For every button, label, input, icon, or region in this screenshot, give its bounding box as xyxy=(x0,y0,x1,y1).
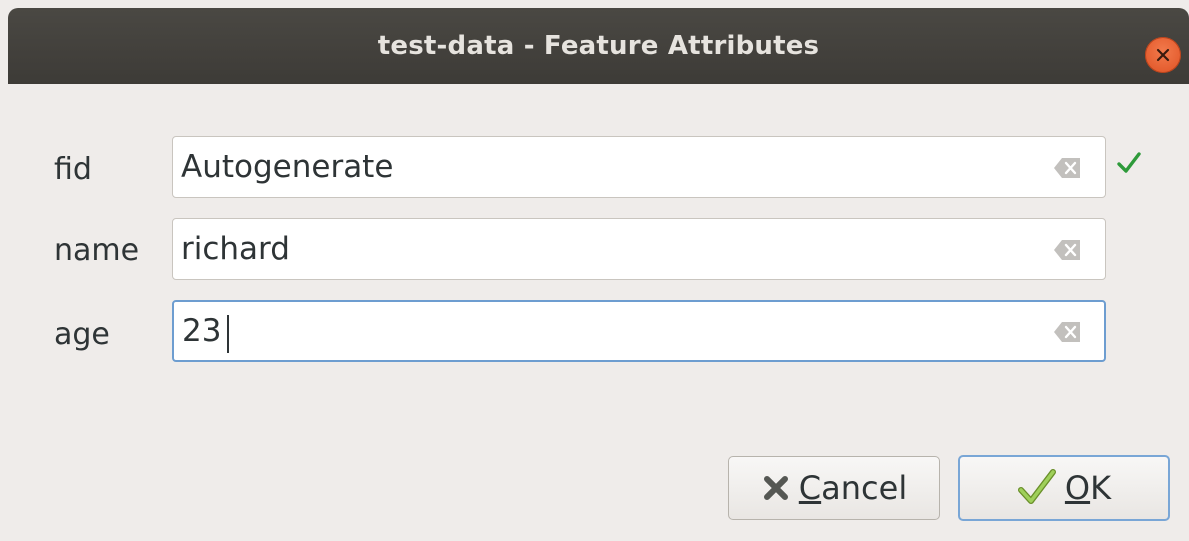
clear-text-icon[interactable] xyxy=(1053,237,1083,263)
cross-icon xyxy=(761,473,791,503)
title-bar[interactable]: test-data - Feature Attributes xyxy=(8,8,1189,84)
feature-attributes-dialog: test-data - Feature Attributes fid name … xyxy=(0,0,1189,541)
age-label: age xyxy=(54,317,110,352)
cancel-label-rest: ancel xyxy=(821,469,908,507)
checkmark-icon xyxy=(1017,468,1057,508)
cancel-button[interactable]: Cancel xyxy=(728,456,940,520)
cancel-label: Cancel xyxy=(799,469,907,507)
window-title: test-data - Feature Attributes xyxy=(377,31,820,61)
fid-label: fid xyxy=(54,152,92,187)
name-label: name xyxy=(54,233,140,268)
close-icon xyxy=(1156,48,1170,62)
ok-label: OK xyxy=(1065,469,1111,507)
ok-button[interactable]: OK xyxy=(958,455,1170,521)
cancel-mnemonic: C xyxy=(798,469,822,507)
fid-input[interactable] xyxy=(181,137,1021,197)
name-field[interactable] xyxy=(172,218,1106,280)
checkmark-icon xyxy=(1117,152,1141,173)
clear-text-icon[interactable] xyxy=(1053,155,1083,181)
age-input[interactable] xyxy=(182,302,1022,360)
ok-mnemonic: O xyxy=(1064,469,1091,507)
age-field[interactable] xyxy=(172,300,1106,362)
name-input[interactable] xyxy=(181,219,1021,279)
close-button[interactable] xyxy=(1145,37,1181,73)
clear-text-icon[interactable] xyxy=(1053,319,1083,345)
text-cursor xyxy=(227,315,229,353)
ok-label-rest: K xyxy=(1090,469,1112,507)
fid-field[interactable] xyxy=(172,136,1106,198)
